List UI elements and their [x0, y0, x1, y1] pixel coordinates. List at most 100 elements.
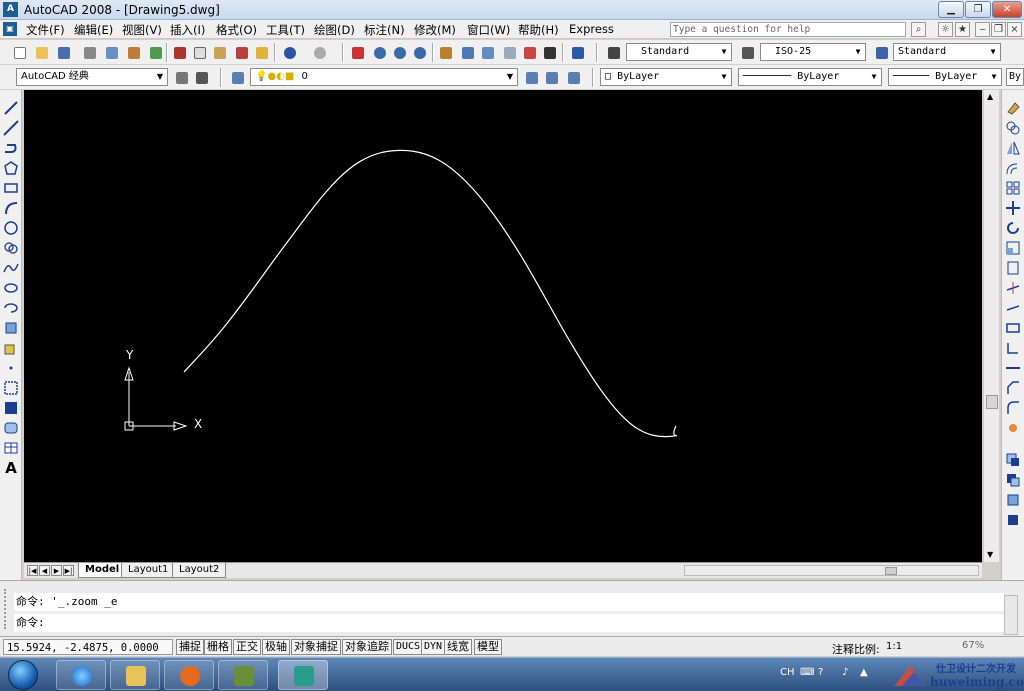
- point-icon[interactable]: [3, 360, 19, 376]
- menu-view[interactable]: 视图(V): [122, 22, 162, 38]
- linetype-dropdown[interactable]: ──────── ByLayer ▼: [738, 68, 882, 86]
- model-space-toggle[interactable]: 模型: [474, 639, 502, 655]
- close-button[interactable]: ✕: [992, 1, 1022, 18]
- trim-icon[interactable]: [1005, 280, 1021, 296]
- break-icon[interactable]: [1005, 340, 1021, 356]
- show-hidden-icons-icon[interactable]: ▲: [860, 667, 868, 678]
- insert-block-icon[interactable]: [3, 320, 19, 336]
- extend-icon[interactable]: [1005, 300, 1021, 316]
- menu-insert[interactable]: 插入(I): [170, 22, 205, 38]
- dimension-style-icon[interactable]: [738, 43, 756, 61]
- copy-icon[interactable]: [190, 43, 208, 61]
- table-icon[interactable]: [3, 440, 19, 456]
- horizontal-scrollbar[interactable]: [684, 565, 979, 576]
- dimension-style-dropdown[interactable]: ISO-25 ▼: [760, 43, 866, 61]
- plot-preview-icon[interactable]: [102, 43, 120, 61]
- polar-toggle[interactable]: 极轴: [262, 639, 290, 655]
- print-icon[interactable]: [80, 43, 98, 61]
- layer-manager-icon[interactable]: [228, 68, 246, 86]
- menu-dimension[interactable]: 标注(N): [364, 22, 405, 38]
- layer-previous-icon[interactable]: [542, 68, 560, 86]
- menu-file[interactable]: 文件(F): [26, 22, 65, 38]
- block-editor-icon[interactable]: [252, 43, 270, 61]
- fillet-icon[interactable]: [1005, 400, 1021, 416]
- polyline-icon[interactable]: [3, 140, 19, 156]
- dyn-toggle[interactable]: DYN: [421, 639, 446, 655]
- zoom-previous-icon[interactable]: [410, 43, 428, 61]
- text-style-icon[interactable]: [604, 43, 622, 61]
- cut-icon[interactable]: [170, 43, 188, 61]
- start-button[interactable]: [8, 660, 38, 690]
- coordinates-display[interactable]: 15.5924, -2.4875, 0.0000: [3, 639, 173, 655]
- erase-icon[interactable]: [1005, 100, 1021, 116]
- ducs-toggle[interactable]: DUCS: [393, 639, 424, 655]
- command-scrollbar[interactable]: [1004, 595, 1018, 635]
- break-at-point-icon[interactable]: [1005, 320, 1021, 336]
- arc-icon[interactable]: [3, 200, 19, 216]
- save-icon[interactable]: [54, 43, 72, 61]
- lineweight-toggle[interactable]: 线宽: [444, 639, 472, 655]
- menu-draw[interactable]: 绘图(D): [314, 22, 355, 38]
- copy-object-icon[interactable]: [1005, 120, 1021, 136]
- taskbar-file-explorer[interactable]: [110, 660, 160, 690]
- table-style-dropdown[interactable]: Standard ▼: [893, 43, 1001, 61]
- region-icon[interactable]: [3, 420, 19, 436]
- next-tab-icon[interactable]: ▶: [51, 565, 62, 576]
- redo-icon[interactable]: [310, 43, 328, 61]
- polygon-icon[interactable]: [3, 160, 19, 176]
- autocad-app-icon[interactable]: A: [3, 2, 18, 17]
- new-file-icon[interactable]: [10, 43, 28, 61]
- construction-line-icon[interactable]: [3, 120, 19, 136]
- menu-format[interactable]: 格式(O): [216, 22, 257, 38]
- favorites-star-icon[interactable]: ★: [955, 22, 970, 37]
- sheet-set-icon[interactable]: [500, 43, 518, 61]
- zoom-window-icon[interactable]: [390, 43, 408, 61]
- join-icon[interactable]: [1005, 360, 1021, 376]
- keyboard-icon[interactable]: ⌨: [800, 667, 814, 678]
- minimize-button[interactable]: ▁: [938, 1, 964, 18]
- menu-edit[interactable]: 编辑(E): [74, 22, 113, 38]
- scroll-down-icon[interactable]: ▼: [987, 550, 993, 559]
- tab-layout2[interactable]: Layout2: [172, 563, 227, 578]
- tab-model[interactable]: Model: [78, 563, 127, 578]
- chamfer-icon[interactable]: [1005, 380, 1021, 396]
- hatch-icon[interactable]: [3, 380, 19, 396]
- last-tab-icon[interactable]: ▶|: [63, 565, 74, 576]
- text-style-dropdown[interactable]: Standard ▼: [626, 43, 732, 61]
- move-icon[interactable]: [1005, 200, 1021, 216]
- plotstyle-dropdown[interactable]: By: [1006, 68, 1024, 86]
- properties-icon[interactable]: [436, 43, 454, 61]
- taskbar-app-window[interactable]: [218, 660, 268, 690]
- horizontal-scroll-thumb[interactable]: [885, 567, 897, 575]
- workspace-settings-icon[interactable]: [172, 68, 190, 86]
- revision-cloud-icon[interactable]: [3, 240, 19, 256]
- array-icon[interactable]: [1005, 180, 1021, 196]
- rectangle-icon[interactable]: [3, 180, 19, 196]
- paste-icon[interactable]: [210, 43, 228, 61]
- tab-layout1[interactable]: Layout1: [121, 563, 176, 578]
- first-tab-icon[interactable]: |◀: [27, 565, 38, 576]
- design-center-icon[interactable]: [458, 43, 476, 61]
- calculator-icon[interactable]: [540, 43, 558, 61]
- drawing-doc-icon[interactable]: ▣: [3, 22, 17, 36]
- help-search-input[interactable]: Type a question for help: [670, 22, 906, 37]
- command-window-grip[interactable]: [4, 589, 10, 629]
- layer-dropdown[interactable]: 💡●◐■ 0 ▼: [250, 68, 518, 86]
- otrack-toggle[interactable]: 对象追踪: [342, 639, 392, 655]
- 3d-dwf-icon[interactable]: [146, 43, 164, 61]
- snap-toggle[interactable]: 捕捉: [176, 639, 204, 655]
- pan-icon[interactable]: [348, 43, 366, 61]
- zoom-realtime-icon[interactable]: [370, 43, 388, 61]
- spline-icon[interactable]: [3, 260, 19, 276]
- undo-icon[interactable]: [280, 43, 298, 61]
- ellipse-arc-icon[interactable]: [3, 300, 19, 316]
- rotate-icon[interactable]: [1005, 220, 1021, 236]
- workspace-save-icon[interactable]: [192, 68, 210, 86]
- match-properties-icon[interactable]: [232, 43, 250, 61]
- annotation-scale-dropdown[interactable]: 1:1: [886, 641, 902, 652]
- vertical-scroll-thumb[interactable]: [986, 395, 998, 409]
- help-tray-icon[interactable]: ?: [818, 667, 823, 678]
- doc-minimize-button[interactable]: ‒: [975, 22, 990, 37]
- draw-order-back-icon[interactable]: [1005, 472, 1021, 488]
- explode-icon[interactable]: [1005, 420, 1021, 436]
